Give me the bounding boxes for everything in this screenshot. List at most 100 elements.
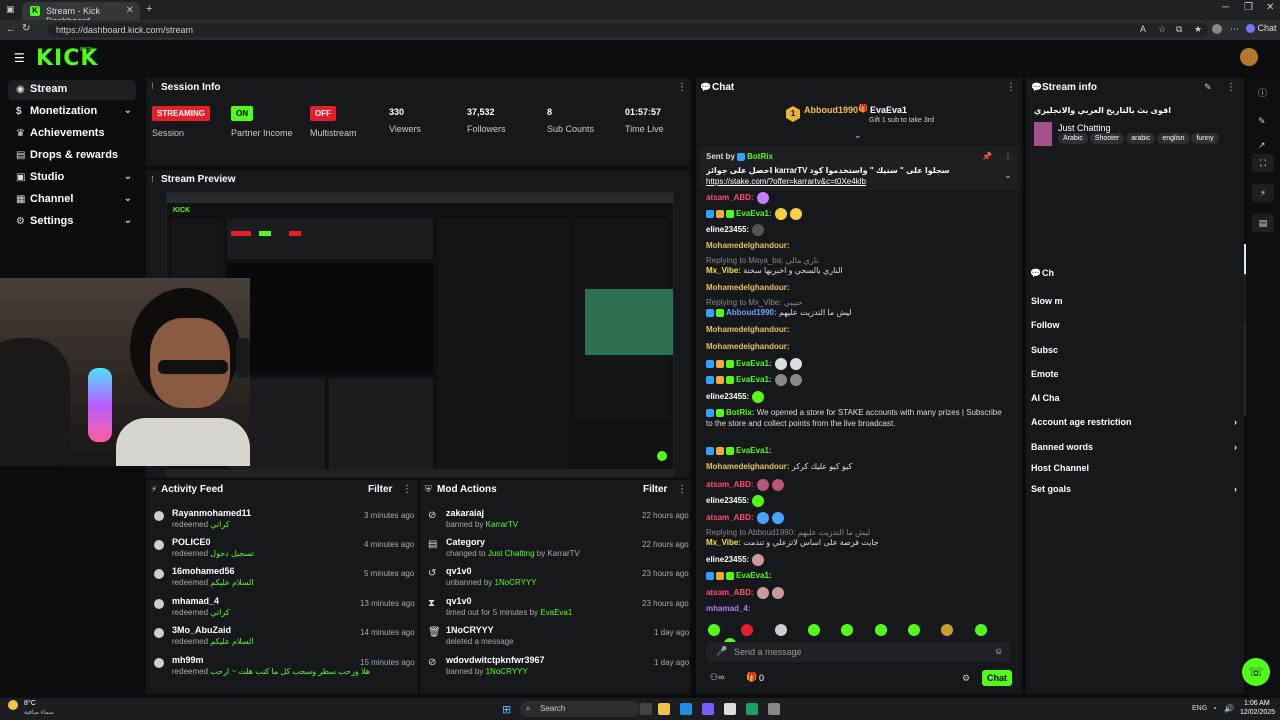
feed-user[interactable]: 3Mo_AbuZaid [172,625,231,635]
tab-menu-icon[interactable]: ▣ [6,4,15,15]
feed-user[interactable]: mhamad_4 [172,596,219,606]
sidebar-item-monetization[interactable]: $ Monetization ⌄ [8,102,136,122]
profile-icon[interactable] [1212,24,1222,34]
wifi-icon[interactable]: ◔ [1212,704,1217,713]
sidebar-item-studio[interactable]: ▣ Studio ⌄ [8,168,136,188]
ai-chat-item[interactable]: AI Cha [1031,393,1060,403]
feed-user[interactable]: 16mohamed56 [172,566,235,576]
arrow-icon[interactable]: ↗ [1258,140,1266,151]
mic-icon[interactable]: 🎤 [716,646,727,657]
chat-menu-icon[interactable]: ⋮ [1006,82,1016,93]
hamburger-menu-icon[interactable]: ☰ [14,51,25,65]
activity-filter-button[interactable]: Filter [368,484,392,495]
media-icon[interactable]: ⛶ [1252,154,1274,172]
follower-mode-item[interactable]: Follow [1031,320,1060,330]
document-icon[interactable]: ▤ [1252,214,1274,232]
refresh-icon[interactable]: ↻ [22,23,30,34]
info-icon[interactable]: ⓘ [1258,86,1267,99]
gift-icon[interactable]: 🎁 [746,672,757,683]
mod-target[interactable]: Category [446,537,485,547]
emote-icon[interactable] [874,623,887,636]
pinned-menu-icon[interactable]: ⋮ [1004,152,1012,161]
banned-words-item[interactable]: Banned words › [1031,442,1237,452]
read-aloud-icon[interactable]: A [1140,24,1146,34]
settings-app-icon[interactable] [768,703,780,715]
browser-tab[interactable]: K Stream - Kick Dashboard ✕ [22,2,140,26]
collapse-arrow-icon[interactable]: ⌄ [854,130,862,141]
slow-mode-item[interactable]: Slow m [1031,296,1063,306]
subscriber-mode-item[interactable]: Subsc [1031,345,1058,355]
edge-icon[interactable] [680,703,692,715]
sidebar-item-stream[interactable]: ◉ Stream [8,80,136,100]
app-icon[interactable] [724,703,736,715]
new-tab-icon[interactable]: + [146,3,152,15]
emote-icon[interactable] [908,623,921,636]
tag-chip[interactable]: englisn [1157,133,1190,144]
emote-icon[interactable] [841,623,854,636]
feed-user[interactable]: POLICE0 [172,537,211,547]
emote-icon[interactable] [741,623,754,636]
copilot-chat-button[interactable]: Chat [1246,23,1277,34]
file-explorer-icon[interactable] [658,703,670,715]
bolt-icon[interactable]: ⚡ [1252,184,1274,202]
emoji-icon[interactable]: ☺ [994,646,1003,656]
gift-user-1[interactable]: Abboud1990 [804,105,858,115]
set-goals-item[interactable]: Set goals › [1031,484,1237,494]
edit-icon[interactable]: ✎ [1204,82,1212,93]
feed-user[interactable]: Rayanmohamed11 [172,508,251,518]
tag-chip[interactable]: arabic [1126,133,1156,144]
mod-target[interactable]: 1NoCRYYY [446,625,494,635]
category-name[interactable]: Just Chatting [1058,123,1111,133]
emote-icon[interactable] [941,623,954,636]
emote-icon[interactable] [774,623,787,636]
tag-chip[interactable]: Arabic [1058,133,1088,144]
sidebar-item-settings[interactable]: ⚙ Settings ⌄ [8,212,136,232]
send-chat-button[interactable]: Chat [982,670,1012,686]
more-icon[interactable]: ⋯ [1230,24,1239,35]
clock-time[interactable]: 1:06 AM [1244,700,1270,707]
mod-target[interactable]: wdovdwitctpknfwr3967 [446,655,545,665]
pinned-link[interactable]: https://stake.com/?offer=karrartv&c=t0Xe… [706,177,996,186]
url-field[interactable]: https://dashboard.kick.com/stream [48,23,1208,37]
sidebar-item-channel[interactable]: ▦ Channel ⌄ [8,190,136,210]
stream-info-menu-icon[interactable]: ⋮ [1226,82,1236,93]
activity-menu-icon[interactable]: ⋮ [402,484,412,495]
app-icon[interactable] [746,703,758,715]
pencil-icon[interactable]: ✎ [1258,116,1266,127]
tag-chip[interactable]: funny [1191,133,1219,144]
close-tab-icon[interactable]: ✕ [126,5,134,16]
extensions-icon[interactable]: ⧉ [1176,24,1182,35]
back-icon[interactable]: ← [6,24,16,35]
taskbar-search[interactable]: Search [520,701,640,717]
emote-mode-item[interactable]: Emote [1031,369,1059,379]
mod-filter-button[interactable]: Filter [643,484,667,495]
host-channel-item[interactable]: Host Channel [1031,463,1237,473]
emote-icon[interactable] [974,623,987,636]
mod-target[interactable]: qv1v0 [446,566,472,576]
gift-user-2[interactable]: EvaEva1 [870,105,907,115]
session-menu-icon[interactable]: ⋮ [677,82,687,93]
mod-target[interactable]: qv1v0 [446,596,472,606]
close-window-icon[interactable]: ✕ [1266,2,1274,13]
account-age-restriction-item[interactable]: Account age restriction › [1031,417,1237,427]
pin-icon[interactable]: 📌 [982,152,992,161]
chat-users-icon[interactable]: ⚇∞ [710,672,724,683]
sidebar-item-drops[interactable]: ▤ Drops & rewards [8,146,136,166]
star-icon[interactable]: ☆ [1158,24,1166,35]
maximize-icon[interactable]: ❐ [1244,2,1253,13]
support-chat-icon[interactable]: ☏ [1242,658,1270,686]
task-view-icon[interactable] [640,703,652,715]
language-indicator[interactable]: ENG [1192,705,1207,712]
app-icon[interactable] [702,703,714,715]
user-avatar[interactable] [1240,48,1258,66]
favorites-icon[interactable]: ★ [1194,24,1202,35]
pinned-expand-icon[interactable]: ⌄ [1004,170,1012,181]
feed-user[interactable]: mh99m [172,655,204,665]
minimize-icon[interactable]: ─ [1222,2,1229,13]
volume-icon[interactable]: 🔊 [1224,704,1234,713]
sidebar-item-achievements[interactable]: ♛ Achievements [8,124,136,144]
windows-start-icon[interactable]: ⊞ [502,703,511,716]
clock-date[interactable]: 12/02/2025 [1240,709,1275,716]
tag-chip[interactable]: Shooter [1089,133,1125,144]
chat-settings-icon[interactable]: ⚙ [962,673,970,684]
